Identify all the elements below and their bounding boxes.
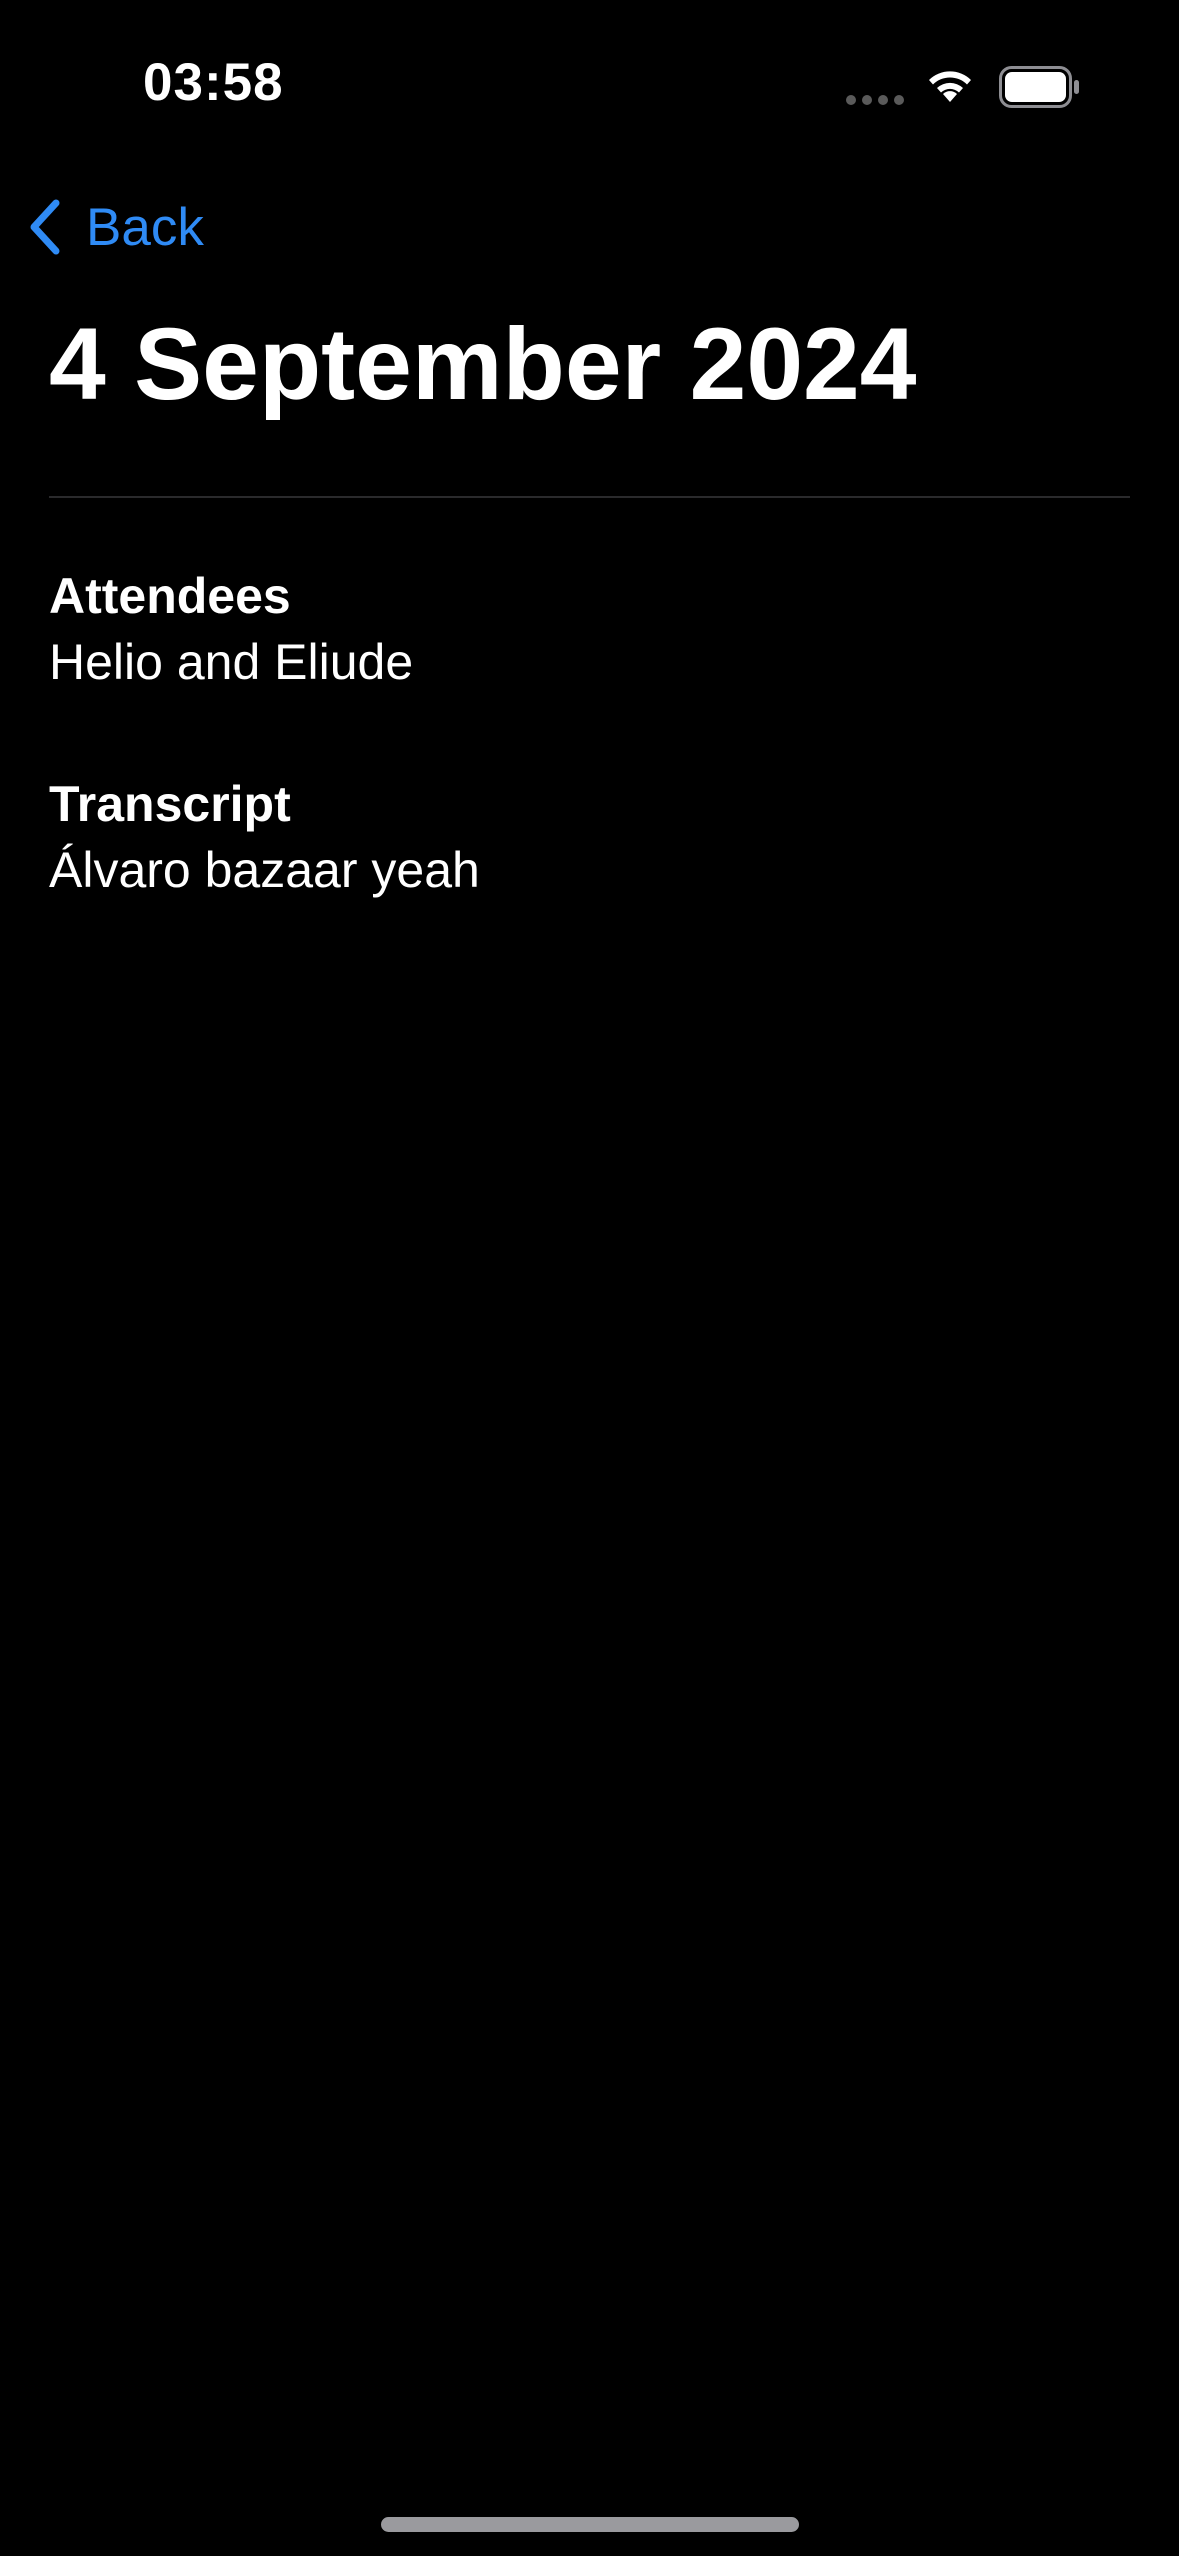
wifi-icon [929, 71, 971, 102]
home-indicator[interactable] [381, 2517, 799, 2532]
attendees-heading: Attendees [49, 568, 291, 624]
status-time: 03:58 [143, 53, 284, 112]
status-bar: 03:58 [0, 0, 1179, 140]
transcript-value: Álvaro bazaar yeah [49, 842, 480, 898]
page-title: 4 September 2024 [49, 307, 917, 421]
divider [49, 496, 1130, 498]
back-button[interactable]: Back [26, 192, 204, 262]
battery-icon [999, 66, 1079, 108]
back-button-label: Back [86, 197, 204, 257]
cellular-signal-icon [846, 95, 906, 105]
back-chevron-icon [30, 199, 60, 255]
transcript-heading: Transcript [49, 776, 291, 832]
attendees-section: Attendees Helio and Eliude [49, 563, 413, 695]
attendees-value: Helio and Eliude [49, 634, 414, 690]
transcript-section: Transcript Álvaro bazaar yeah [49, 771, 480, 903]
